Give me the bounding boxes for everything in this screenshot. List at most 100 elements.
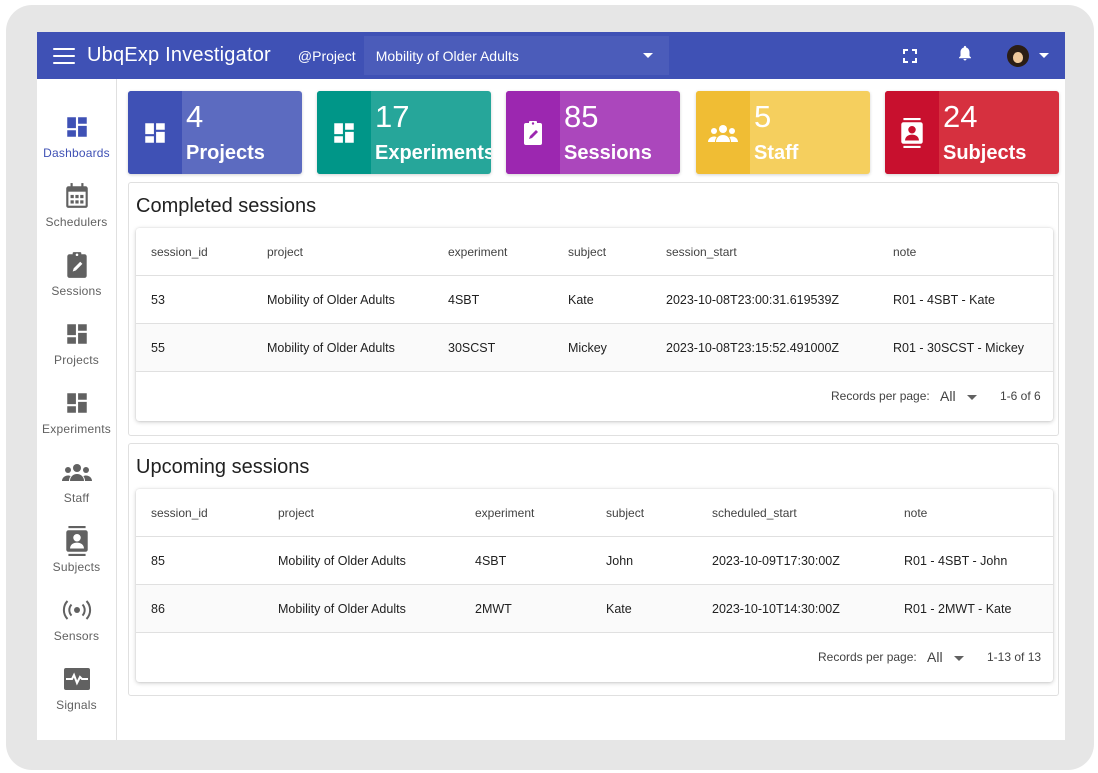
column-header[interactable]: session_start	[666, 228, 737, 276]
clipboard-edit-icon	[506, 91, 560, 174]
cell-note: R01 - 30SCST - Mickey	[893, 341, 1025, 355]
stat-card-projects[interactable]: 4 Projects	[128, 91, 302, 174]
stat-label: Experiments	[375, 142, 491, 164]
table-row[interactable]: 53 Mobility of Older Adults 4SBT Kate 20…	[136, 276, 1053, 324]
pagination-range: 1-13 of 13	[987, 650, 1042, 664]
sidebar-item-dashboards[interactable]: Dashboards	[37, 113, 116, 173]
cell-subject: Kate	[568, 293, 594, 307]
column-header[interactable]: subject	[568, 228, 606, 276]
stat-value: 4	[186, 99, 204, 134]
stat-value: 24	[943, 99, 978, 134]
menu-icon[interactable]	[53, 47, 75, 64]
sidebar-item-label: Projects	[54, 353, 99, 367]
table-footer: Records per page: All 1-6 of 6	[136, 372, 1053, 421]
stat-card-experiments[interactable]: 17 Experiments	[317, 91, 491, 174]
dashboard-icon	[64, 113, 90, 141]
column-header[interactable]: subject	[606, 489, 644, 537]
table-header: session_id project experiment subject sc…	[136, 489, 1053, 537]
dashboard-icon	[64, 389, 90, 417]
chevron-down-icon[interactable]	[1039, 53, 1049, 58]
sidebar-item-sensors[interactable]: Sensors	[37, 596, 116, 656]
project-select[interactable]: Mobility of Older Adults	[363, 36, 669, 75]
sidebar-item-sessions[interactable]: Sessions	[37, 251, 116, 311]
bell-icon[interactable]	[956, 43, 974, 68]
cell-project: Mobility of Older Adults	[278, 554, 406, 568]
stat-card-staff[interactable]: 5 Staff	[696, 91, 870, 174]
sidebar-item-label: Schedulers	[45, 215, 108, 229]
cell-experiment: 30SCST	[448, 341, 496, 355]
chevron-down-icon[interactable]	[954, 656, 964, 661]
sidebar-item-experiments[interactable]: Experiments	[37, 389, 116, 449]
sidebar-item-label: Signals	[56, 698, 97, 712]
app-bar: UbqExp Investigator @Project Mobility of…	[37, 32, 1065, 79]
sidebar-item-schedulers[interactable]: Schedulers	[37, 182, 116, 242]
cell-experiment: 4SBT	[475, 554, 507, 568]
cell-subject: Kate	[606, 602, 632, 616]
dashboard-icon	[64, 320, 90, 348]
cell-scheduled-start: 2023-10-09T17:30:00Z	[712, 554, 840, 568]
sidebar: Dashboards Schedulers Sessions Projects …	[37, 79, 117, 740]
completed-sessions-panel: Completed sessions session_id project ex…	[128, 182, 1059, 436]
column-header[interactable]: scheduled_start	[712, 489, 797, 537]
sidebar-item-label: Experiments	[42, 422, 111, 436]
cell-project: Mobility of Older Adults	[267, 293, 395, 307]
cell-note: R01 - 4SBT - John	[904, 554, 1008, 568]
sidebar-item-projects[interactable]: Projects	[37, 320, 116, 380]
stat-card-sessions[interactable]: 85 Sessions	[506, 91, 680, 174]
column-header[interactable]: experiment	[448, 228, 507, 276]
fullscreen-icon[interactable]	[903, 48, 917, 63]
table-row[interactable]: 85 Mobility of Older Adults 4SBT John 20…	[136, 537, 1053, 585]
stat-card-subjects[interactable]: 24 Subjects	[885, 91, 1059, 174]
column-header[interactable]: note	[893, 228, 916, 276]
clipboard-edit-icon	[64, 251, 90, 279]
completed-sessions-table: session_id project experiment subject se…	[136, 228, 1053, 421]
table-row[interactable]: 86 Mobility of Older Adults 2MWT Kate 20…	[136, 585, 1053, 633]
chevron-down-icon	[642, 53, 653, 58]
sidebar-item-label: Sensors	[53, 629, 100, 643]
cell-session-id: 85	[151, 554, 165, 568]
sidebar-item-staff[interactable]: Staff	[37, 458, 116, 518]
table-footer: Records per page: All 1-13 of 13	[136, 633, 1053, 682]
records-per-page-select[interactable]: All	[940, 372, 956, 421]
stat-label: Sessions	[564, 142, 652, 164]
table-row[interactable]: 55 Mobility of Older Adults 30SCST Micke…	[136, 324, 1053, 372]
column-header[interactable]: session_id	[151, 489, 208, 537]
stat-value: 17	[375, 99, 410, 134]
cell-project: Mobility of Older Adults	[278, 602, 406, 616]
column-header[interactable]: experiment	[475, 489, 534, 537]
panel-title: Upcoming sessions	[136, 456, 310, 478]
sidebar-item-subjects[interactable]: Subjects	[37, 526, 116, 587]
dashboard-icon	[128, 91, 182, 174]
app-screen: UbqExp Investigator @Project Mobility of…	[37, 32, 1065, 740]
cell-subject: John	[606, 554, 634, 568]
column-header[interactable]: session_id	[151, 228, 208, 276]
cell-session-id: 86	[151, 602, 165, 616]
avatar[interactable]	[1007, 44, 1029, 67]
panel-title: Completed sessions	[136, 195, 317, 217]
cell-note: R01 - 2MWT - Kate	[904, 602, 1012, 616]
cell-experiment: 2MWT	[475, 602, 512, 616]
contact-card-icon	[64, 526, 90, 556]
people-icon	[61, 458, 93, 486]
sidebar-item-signals[interactable]: Signals	[37, 665, 116, 725]
project-select-value: Mobility of Older Adults	[375, 47, 519, 64]
column-header[interactable]: project	[278, 489, 314, 537]
records-per-page-select[interactable]: All	[927, 633, 943, 682]
cell-note: R01 - 4SBT - Kate	[893, 293, 995, 307]
chevron-down-icon[interactable]	[967, 395, 977, 400]
monitor-heart-icon	[63, 665, 91, 693]
cell-session-id: 53	[151, 293, 165, 307]
sidebar-item-label: Subjects	[52, 560, 101, 574]
calendar-icon	[64, 182, 90, 210]
column-header[interactable]: project	[267, 228, 303, 276]
cell-subject: Mickey	[568, 341, 607, 355]
pagination-range: 1-6 of 6	[1000, 389, 1041, 403]
upcoming-sessions-table: session_id project experiment subject sc…	[136, 489, 1053, 682]
sidebar-item-label: Staff	[63, 491, 90, 505]
sidebar-item-label: Sessions	[51, 284, 102, 298]
stat-label: Projects	[186, 142, 265, 164]
column-header[interactable]: note	[904, 489, 927, 537]
sensor-icon	[62, 596, 92, 624]
stat-label: Subjects	[943, 142, 1027, 164]
sidebar-item-label: Dashboards	[43, 146, 110, 160]
